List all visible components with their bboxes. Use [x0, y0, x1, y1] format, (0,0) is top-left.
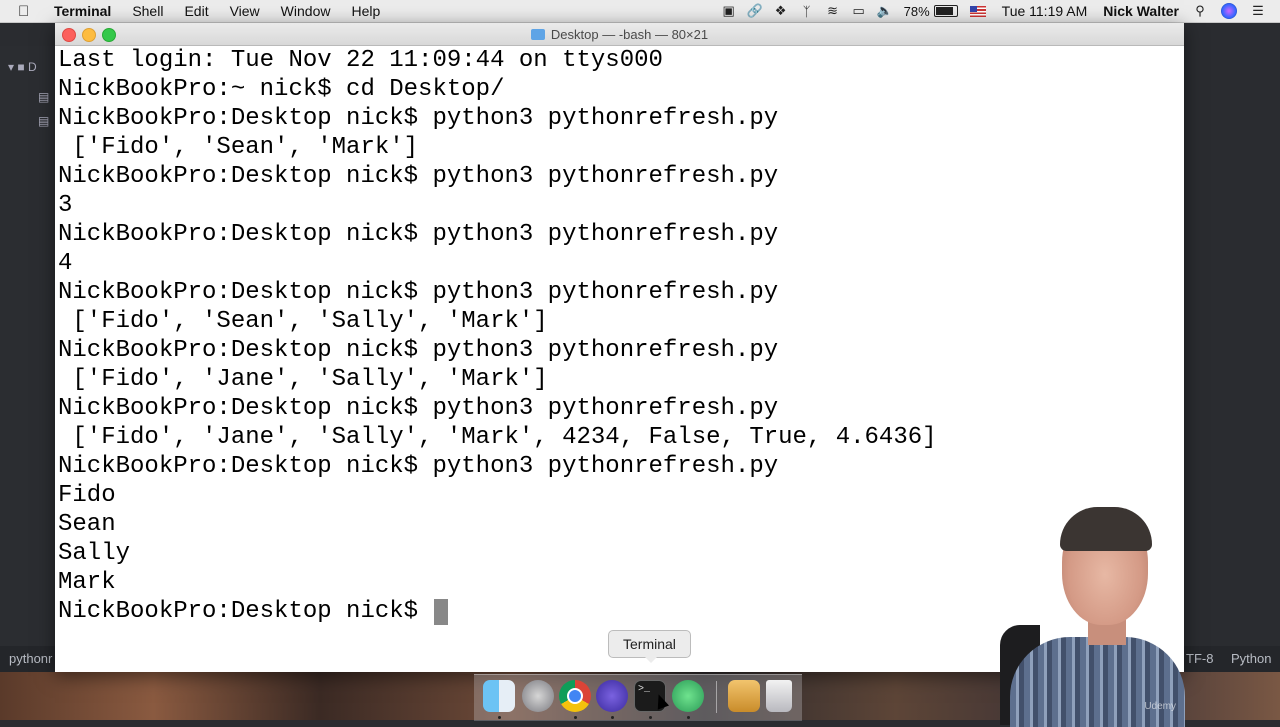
menu-shell[interactable]: Shell [132, 3, 163, 19]
terminal-line: NickBookPro:Desktop nick$ python3 python… [58, 337, 779, 364]
running-indicator [649, 716, 652, 719]
status-file-name[interactable]: pythonr [9, 651, 52, 666]
presenter-hair [1060, 507, 1152, 551]
menu-help[interactable]: Help [351, 3, 380, 19]
battery-icon [933, 5, 958, 17]
webcam-overlay: Udemy [1000, 505, 1185, 727]
terminal-line: ['Fido', 'Jane', 'Sally', 'Mark', 4234, … [58, 424, 937, 451]
file-icon[interactable]: ▤ [38, 90, 49, 104]
running-indicator [574, 716, 577, 719]
battery-percent: 78% [903, 3, 930, 19]
terminal-line: 4 [58, 250, 73, 277]
launchpad-icon[interactable] [522, 680, 554, 712]
folder-icon [530, 28, 545, 40]
status-language[interactable]: Python [1231, 651, 1271, 666]
terminal-line: Last login: Tue Nov 22 11:09:44 on ttys0… [58, 47, 663, 74]
presenter-shirt [1010, 637, 1185, 727]
watermark-logo: Udemy [1144, 701, 1176, 712]
terminal-line: NickBookPro:Desktop nick$ python3 python… [58, 163, 779, 190]
running-indicator [498, 716, 501, 719]
battery-indicator[interactable]: 78% [904, 4, 958, 19]
menu-clock[interactable]: Tue 11:19 AM [1002, 3, 1088, 19]
notification-center-icon[interactable]: ☰ [1250, 3, 1266, 18]
terminal-line: NickBookPro:Desktop nick$ python3 python… [58, 105, 779, 132]
terminal-line: NickBookPro:Desktop nick$ python3 python… [58, 279, 779, 306]
link-icon[interactable]: 🔗 [747, 3, 763, 18]
dock: >_ [474, 674, 802, 721]
dock-tooltip: Terminal [608, 630, 691, 663]
terminal-line: ['Fido', 'Sean', 'Sally', 'Mark'] [58, 308, 548, 335]
archive-icon[interactable] [728, 680, 760, 712]
volume-icon[interactable]: 🔈 [877, 3, 893, 18]
apple-menu-icon[interactable]:  [18, 3, 40, 20]
chrome-icon[interactable] [559, 680, 591, 712]
airplay-icon[interactable]: ▭ [851, 3, 867, 18]
dropbox-icon[interactable]: ❖ [773, 3, 789, 18]
sidebar-folder-row[interactable]: ▾ ■ D [8, 60, 37, 74]
dock-separator [716, 681, 717, 713]
background-editor-window: ▾ ■ D ▤ ▤ [0, 46, 55, 672]
status-tray: ▣ 🔗 ❖ ᛉ ≋ ▭ 🔈 78% Tue 11:19 AM Nick Walt… [716, 0, 1280, 22]
app-menu-terminal[interactable]: Terminal [54, 3, 111, 19]
text-cursor [434, 598, 449, 625]
menu-window[interactable]: Window [281, 3, 331, 19]
menu-edit[interactable]: Edit [184, 3, 208, 19]
zoom-button[interactable] [102, 28, 116, 42]
finder-icon[interactable] [483, 680, 515, 712]
us-flag-icon[interactable] [969, 5, 986, 17]
terminal-line: NickBookPro:~ nick$ cd Desktop/ [58, 76, 505, 103]
status-encoding[interactable]: TF-8 [1186, 651, 1213, 666]
terminal-line: ['Fido', 'Sean', 'Mark'] [58, 134, 419, 161]
window-title: Desktop — -bash — 80×21 [550, 26, 709, 42]
search-icon[interactable]: ⚲ [1192, 3, 1208, 18]
fast-user-switch[interactable]: Nick Walter [1103, 3, 1179, 19]
trash-icon[interactable] [766, 680, 792, 712]
menu-view[interactable]: View [230, 3, 260, 19]
prompt-text: NickBookPro:Desktop nick$ [58, 598, 433, 625]
running-indicator [611, 716, 614, 719]
terminal-line: NickBookPro:Desktop nick$ python3 python… [58, 395, 779, 422]
minimize-button[interactable] [82, 28, 96, 42]
atom-icon[interactable] [672, 680, 704, 712]
terminal-line: ['Fido', 'Jane', 'Sally', 'Mark'] [58, 366, 548, 393]
terminal-line: 3 [58, 192, 73, 219]
imovie-icon[interactable] [596, 680, 628, 712]
screen-record-icon[interactable]: ▣ [721, 3, 737, 18]
terminal-line: NickBookPro:Desktop nick$ python3 python… [58, 453, 779, 480]
siri-icon[interactable] [1221, 3, 1237, 19]
close-button[interactable] [62, 28, 76, 42]
file-icon[interactable]: ▤ [38, 114, 49, 128]
wifi-icon[interactable]: ≋ [825, 3, 841, 18]
bluetooth-icon[interactable]: ᛉ [799, 4, 815, 19]
menu-bar:  Terminal Shell Edit View Window Help ▣… [0, 0, 1280, 23]
running-indicator [687, 716, 690, 719]
terminal-titlebar[interactable]: Desktop — -bash — 80×21 [55, 23, 1184, 46]
terminal-line: NickBookPro:Desktop nick$ python3 python… [58, 221, 779, 248]
